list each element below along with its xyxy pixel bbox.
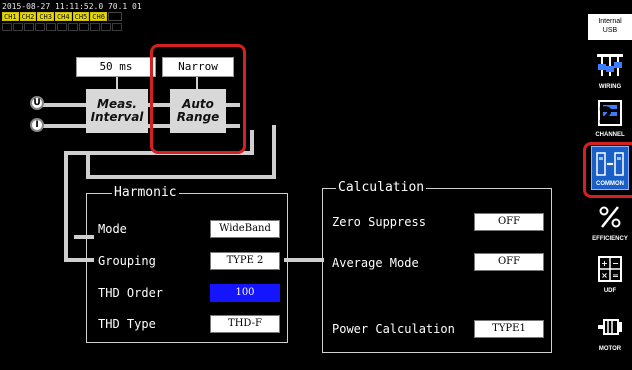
efficiency-icon [599,206,621,228]
channel-indicators: CH1 CH2 CH3 CH4 CH5 CH6 [2,12,122,21]
wire [284,258,324,262]
status-indicator [112,23,122,31]
harmonic-mode-value[interactable]: WideBand [210,220,280,238]
average-mode-value[interactable]: OFF [474,253,544,271]
harmonic-mode-label: Mode [98,222,127,236]
status-indicator [24,23,34,31]
wire [250,130,254,155]
status-indicator [101,23,111,31]
svg-text:+: + [601,259,608,268]
sidebar-item-label: MOTOR [598,346,622,352]
interval-value-box[interactable]: 50 ms [76,57,156,77]
power-calculation-value[interactable]: TYPE1 [474,320,544,338]
wire [64,151,68,261]
harmonic-grouping-label: Grouping [98,254,156,268]
status-indicator [68,23,78,31]
status-indicator [46,23,56,31]
status-indicator [2,23,12,31]
harmonic-thd-type-label: THD Type [98,317,156,331]
status-indicator [57,23,67,31]
power-calculation-label: Power Calculation [332,322,455,336]
harmonic-title: Harmonic [112,185,179,200]
callout-2-number: 2 [598,104,614,129]
status-indicator [79,23,89,31]
sidebar-item-label: CHANNEL [595,132,625,138]
meas-interval-label: Meas. Interval [90,97,144,124]
storage-usb-label: USB [602,27,618,34]
input-i-terminal: I [30,118,44,132]
main-area: 2015-08-27 11:11:52.0 70.1 01 CH1 CH2 CH… [0,0,588,370]
harmonic-thd-order-label: THD Order [98,286,164,300]
status-indicator [35,23,45,31]
harmonic-thd-type-value[interactable]: THD-F [210,315,280,333]
status-indicator [13,23,23,31]
storage-indicator: Internal USB [588,14,632,40]
zero-suppress-value[interactable]: OFF [474,213,544,231]
storage-internal-label: Internal [598,18,622,25]
sidebar-item-label: EFFICIENCY [592,236,628,242]
callout-3-number: 3 [162,18,178,43]
channel-indicator: CH2 [19,12,37,21]
zero-suppress-label: Zero Suppress [332,215,426,229]
calculation-title: Calculation [336,180,427,195]
screen: 2015-08-27 11:11:52.0 70.1 01 CH1 CH2 CH… [0,0,632,370]
motor-icon [598,319,622,335]
average-mode-label: Average Mode [332,256,419,270]
udf-icon: + − × = [598,256,622,282]
status-indicators [2,23,122,31]
svg-text:−: − [612,259,619,268]
harmonic-thd-order-value[interactable]: 100 [210,284,280,302]
sidebar-item-label: UDF [603,288,617,294]
channel-indicator: CH6 [90,12,107,21]
channel-indicator: CH3 [37,12,54,21]
sidebar-item-efficiency[interactable]: EFFICIENCY [591,200,629,244]
wire [86,175,276,179]
wiring-icon [597,54,623,76]
sidebar-item-wiring[interactable]: WIRING [591,48,629,92]
channel-indicator-extra [107,12,122,21]
wire [116,77,118,89]
sidebar-item-motor[interactable]: MOTOR [591,310,629,354]
channel-indicator: CH1 [2,12,19,21]
channel-indicator: CH5 [72,12,90,21]
channel-indicator: CH4 [54,12,72,21]
sidebar-item-udf[interactable]: + − × = UDF [591,252,629,296]
svg-text:×: × [601,271,608,280]
svg-text:=: = [612,271,619,280]
meas-interval-block[interactable]: Meas. Interval [86,89,148,133]
callout-2-highlight [583,142,632,198]
harmonic-grouping-value[interactable]: TYPE 2 [210,252,280,270]
input-u-terminal: U [30,96,44,110]
wire [272,125,276,179]
datetime-status: 2015-08-27 11:11:52.0 70.1 01 [2,2,142,11]
callout-3-highlight [150,44,246,154]
status-indicator [90,23,100,31]
sidebar-item-label: WIRING [598,84,622,90]
